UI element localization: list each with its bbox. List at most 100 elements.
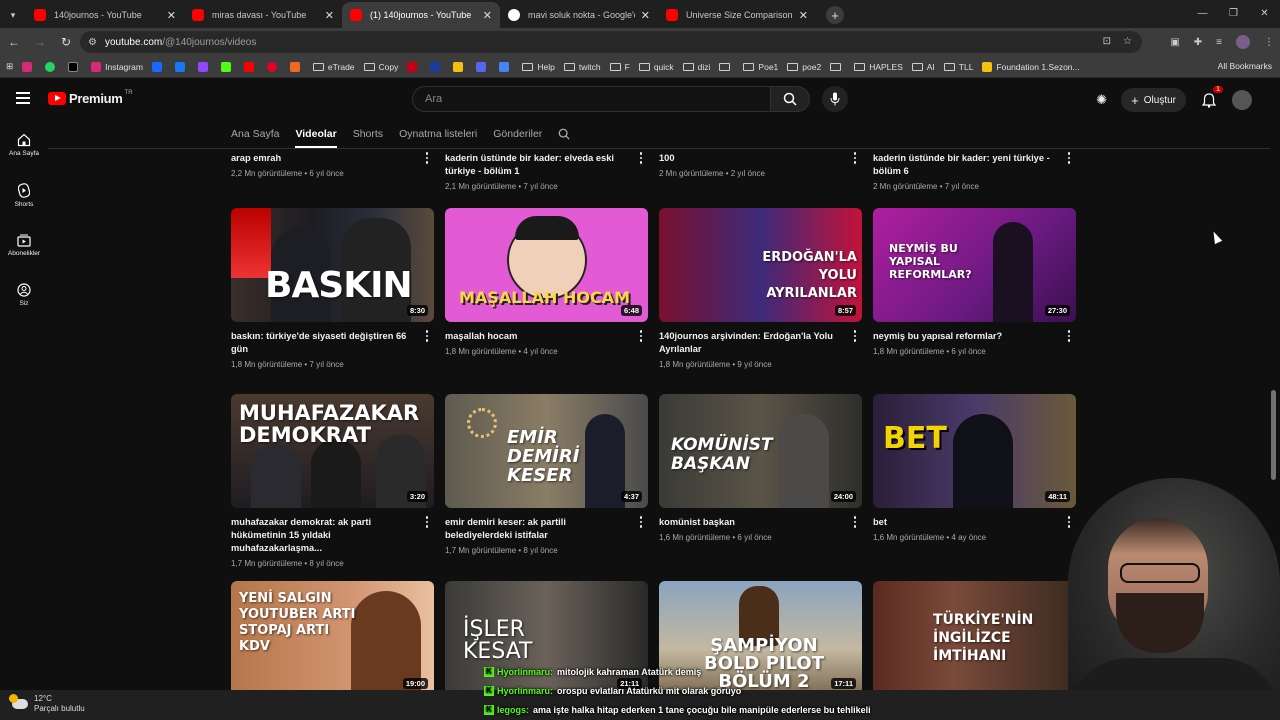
bookmark-copy[interactable]: Copy [363,62,398,72]
sidebar-item-you[interactable]: Siz [0,270,48,320]
maximize-icon[interactable]: ❐ [1218,0,1249,26]
more-options-icon[interactable] [636,152,646,164]
close-tab-icon[interactable]: ✕ [167,9,176,22]
video-card[interactable]: MAŞALLAH HOCAM 6:48 maşallah hocam 1,8 Mn… [445,208,648,356]
bookmark-star-icon[interactable]: ☆ [1123,36,1132,47]
account-avatar[interactable] [1232,90,1252,110]
more-options-icon[interactable] [1064,516,1074,528]
bookmark-twitch-folder[interactable]: twitch [563,62,601,72]
more-options-icon[interactable] [422,516,432,528]
video-thumbnail[interactable]: BET 48:11 [873,394,1076,508]
bookmark-red[interactable] [407,61,421,72]
bookmark-quick[interactable]: quick [638,62,674,72]
video-thumbnail[interactable]: BASKIN 8:30 [231,208,434,322]
reload-icon[interactable]: ↻ [54,35,78,49]
bookmark-help[interactable]: Help [522,62,555,72]
tab-videos[interactable]: Videolar [295,128,337,148]
new-tab-button[interactable]: + [826,6,844,24]
browser-tab[interactable]: 140journos - YouTube ✕ [26,2,184,28]
video-title[interactable]: 140journos arşivinden: Erdoğan'la Yolu A… [659,330,840,356]
more-options-icon[interactable] [422,330,432,342]
extensions-puzzle-icon[interactable]: ✚ [1194,37,1202,48]
bookmark-doc[interactable] [499,61,513,72]
video-card[interactable]: KOMÜNİST BAŞKAN 24:00 komünist başkan 1,6… [659,394,862,542]
more-options-icon[interactable] [636,330,646,342]
page-scrollbar[interactable] [1271,390,1276,480]
tab-posts[interactable]: Gönderiler [493,128,542,140]
bookmark-haples[interactable]: HAPLES [854,62,903,72]
media-controls-icon[interactable]: ≡ [1216,37,1222,48]
bookmark-ai[interactable]: AI [911,62,935,72]
video-card[interactable]: BASKIN 8:30 baskın: türkiye'de siyaseti … [231,208,434,369]
bookmark-tll[interactable]: TLL [943,62,973,72]
video-title[interactable]: bet [873,516,1054,529]
bookmark-x[interactable] [68,61,82,72]
video-thumbnail[interactable]: KOMÜNİST BAŞKAN 24:00 [659,394,862,508]
video-title[interactable]: emir demiri keser: ak partili belediyele… [445,516,626,542]
video-card[interactable]: MUHAFAZAKAR DEMOKRAT 3:20 muhafazakar de… [231,394,434,568]
video-thumbnail[interactable]: TÜRKİYE'NİN İNGİLİZCE İMTİHANI [873,581,1076,695]
bookmark-dizi[interactable]: dizi [682,62,710,72]
more-options-icon[interactable] [636,516,646,528]
search-input[interactable]: Ara [412,86,770,112]
video-title[interactable]: neymiş bu yapısal reformlar? [873,330,1054,343]
video-title[interactable]: komünist başkan [659,516,840,529]
video-thumbnail[interactable]: MUHAFAZAKAR DEMOKRAT 3:20 [231,394,434,508]
video-title[interactable]: 100 [659,152,840,165]
address-bar[interactable]: ⚙ youtube.com/@140journos/videos ⊡ ☆ [80,31,1142,53]
forward-icon[interactable]: → [28,35,52,49]
bookmark-instagram[interactable] [22,61,36,72]
bookmark-etrade[interactable]: eTrade [312,62,355,72]
video-title[interactable]: baskın: türkiye'de siyaseti değiştiren 6… [231,330,412,356]
video-card[interactable]: TÜRKİYE'NİN İNGİLİZCE İMTİHANI [873,581,1076,695]
browser-tab[interactable]: Universe Size Comparison | 3d ✕ [658,2,816,28]
video-thumbnail[interactable]: MAŞALLAH HOCAM 6:48 [445,208,648,322]
more-options-icon[interactable] [1064,152,1074,164]
site-info-icon[interactable]: ⚙ [88,37,97,48]
back-icon[interactable]: ← [2,35,26,49]
bookmark-yt[interactable] [243,61,258,72]
channel-search-icon[interactable] [558,128,570,140]
bookmark-poe1[interactable]: Poe1 [743,62,778,72]
close-tab-icon[interactable]: ✕ [325,9,334,22]
bookmark-be[interactable] [151,61,166,72]
bookmark-pin[interactable] [266,61,281,72]
video-card[interactable]: kaderin üstünde bir kader: elveda eski t… [445,149,648,191]
weather-widget[interactable]: 12°C Parçalı bulutlu [9,694,85,714]
tab-shorts[interactable]: Shorts [353,128,383,140]
bookmark-e[interactable] [289,61,304,72]
youtube-premium-logo[interactable]: Premium TR [48,90,133,106]
close-tab-icon[interactable]: ✕ [641,9,650,22]
browser-tab[interactable]: miras davası - YouTube ✕ [184,2,342,28]
more-options-icon[interactable] [1064,330,1074,342]
video-title[interactable]: muhafazakar demokrat: ak parti hükümetin… [231,516,412,555]
video-title[interactable]: kaderin üstünde bir kader: elveda eski t… [445,152,626,178]
all-bookmarks[interactable]: All Bookmarks [1218,61,1272,71]
close-tab-icon[interactable]: ✕ [483,9,492,22]
close-window-icon[interactable]: ✕ [1249,0,1280,26]
video-thumbnail[interactable]: EMİR DEMİRİ KESER 4:37 [445,394,648,508]
bookmark-poe2[interactable]: poe2 [787,62,821,72]
video-title[interactable]: kaderin üstünde bir kader: yeni türkiye … [873,152,1054,178]
profile-avatar[interactable] [1236,35,1250,49]
tab-playlists[interactable]: Oynatma listeleri [399,128,477,140]
bookmark-b[interactable] [430,61,444,72]
video-card[interactable]: ERDOĞAN'LA YOLU AYRILANLAR 8:57 140journ… [659,208,862,369]
more-options-icon[interactable] [422,152,432,164]
tab-home[interactable]: Ana Sayfa [231,128,279,140]
video-card[interactable]: NEYMİŞ BU YAPISAL REFORMLAR? 27:30 neymi… [873,208,1076,356]
browser-tab-active[interactable]: (1) 140journos - YouTube ✕ [342,2,500,28]
video-title[interactable]: arap emrah [231,152,412,165]
bookmark-empty-folder[interactable] [719,62,734,71]
video-title[interactable]: maşallah hocam [445,330,626,343]
video-thumbnail[interactable]: ERDOĞAN'LA YOLU AYRILANLAR 8:57 [659,208,862,322]
bookmark-kick[interactable] [220,61,235,72]
close-tab-icon[interactable]: ✕ [799,9,808,22]
voice-search-button[interactable] [822,86,848,112]
extension-icon[interactable]: ▣ [1170,37,1179,48]
bookmark-twitch[interactable] [197,61,212,72]
bookmark-blue[interactable] [476,61,490,72]
video-thumbnail[interactable]: NEYMİŞ BU YAPISAL REFORMLAR? 27:30 [873,208,1076,322]
shorts-effect-icon[interactable]: ✺ [1096,92,1107,108]
more-options-icon[interactable] [850,516,860,528]
